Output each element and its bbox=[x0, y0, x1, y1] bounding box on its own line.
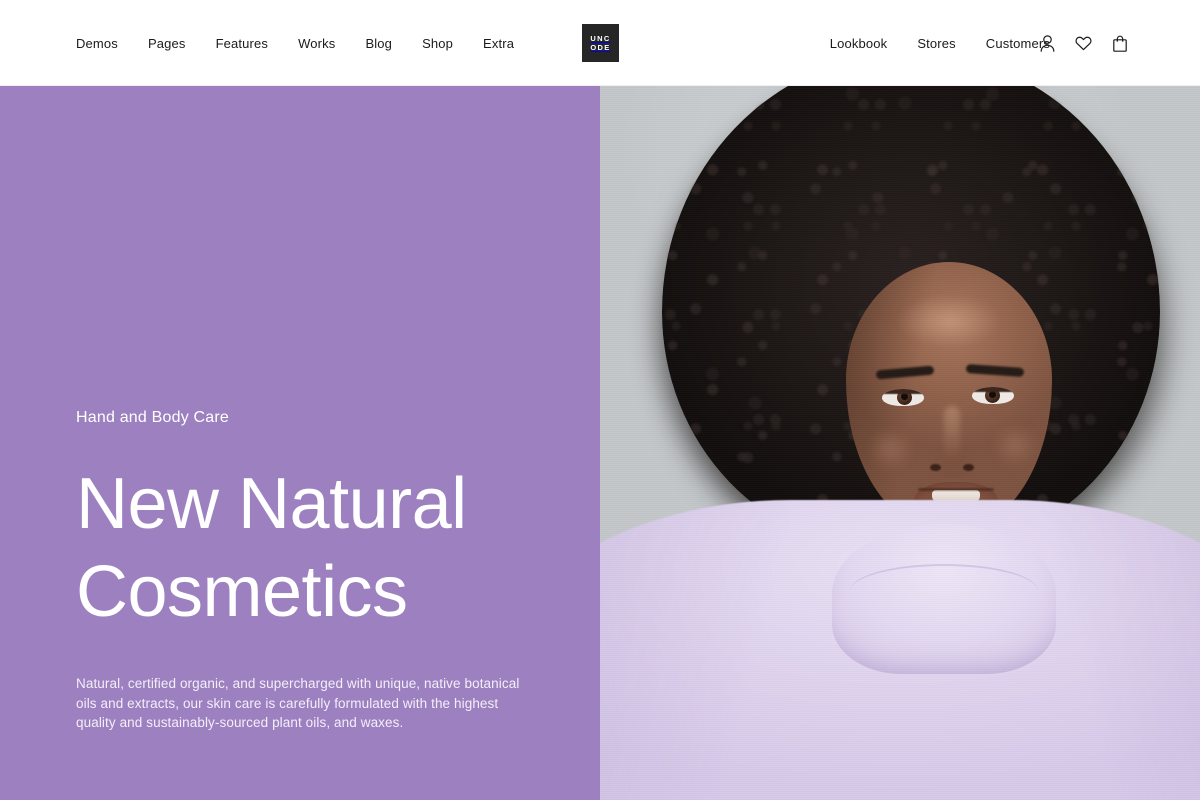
pupil-left bbox=[901, 393, 908, 400]
nav-item-stores[interactable]: Stores bbox=[917, 37, 955, 50]
logo-line-top: UNC bbox=[590, 34, 611, 43]
cheek-highlight-right bbox=[992, 422, 1038, 468]
hero-headline: New Natural Cosmetics bbox=[76, 464, 467, 632]
cart-shopping-bag-icon[interactable] bbox=[1111, 34, 1128, 53]
primary-navigation-right: Lookbook Stores Customers bbox=[830, 0, 1050, 86]
nav-item-works[interactable]: Works bbox=[298, 37, 335, 50]
hero-text-panel: Hand and Body Care New Natural Cosmetics… bbox=[0, 86, 600, 800]
nav-item-lookbook[interactable]: Lookbook bbox=[830, 37, 888, 50]
nav-item-demos[interactable]: Demos bbox=[76, 37, 118, 50]
primary-navigation-left: Demos Pages Features Works Blog Shop Ext… bbox=[76, 0, 514, 86]
nostril-right bbox=[963, 464, 974, 471]
nav-item-shop[interactable]: Shop bbox=[422, 37, 453, 50]
logo-line-bottom: ODE bbox=[590, 42, 611, 52]
hero-image-panel bbox=[600, 86, 1200, 800]
collar-fold bbox=[850, 564, 1038, 618]
hero-kicker: Hand and Body Care bbox=[76, 409, 230, 426]
eyelid-right bbox=[972, 387, 1014, 392]
pupil-right bbox=[989, 391, 996, 398]
nav-item-extra[interactable]: Extra bbox=[483, 37, 514, 50]
lip-line bbox=[918, 488, 994, 491]
eyelid-left bbox=[882, 389, 924, 394]
nav-item-blog[interactable]: Blog bbox=[365, 37, 392, 50]
nostril-left bbox=[930, 464, 941, 471]
hero-section: Hand and Body Care New Natural Cosmetics… bbox=[0, 86, 1200, 800]
hero-copy-block: Hand and Body Care New Natural Cosmetics… bbox=[76, 410, 546, 733]
nav-item-pages[interactable]: Pages bbox=[148, 37, 186, 50]
forehead-highlight bbox=[896, 294, 1002, 348]
portrait-photo bbox=[600, 86, 1200, 800]
site-logo[interactable]: UNC ODE bbox=[582, 24, 619, 62]
cheek-highlight-left bbox=[868, 426, 914, 472]
nose-highlight bbox=[944, 406, 960, 462]
hero-description: Natural, certified organic, and supercha… bbox=[76, 676, 520, 730]
header-icon-group bbox=[1039, 0, 1128, 86]
nav-item-features[interactable]: Features bbox=[216, 37, 269, 50]
wishlist-heart-icon[interactable] bbox=[1075, 34, 1092, 53]
eye-right bbox=[972, 387, 1014, 404]
eye-left bbox=[882, 389, 924, 406]
account-icon[interactable] bbox=[1039, 34, 1056, 53]
site-header: Demos Pages Features Works Blog Shop Ext… bbox=[0, 0, 1200, 86]
